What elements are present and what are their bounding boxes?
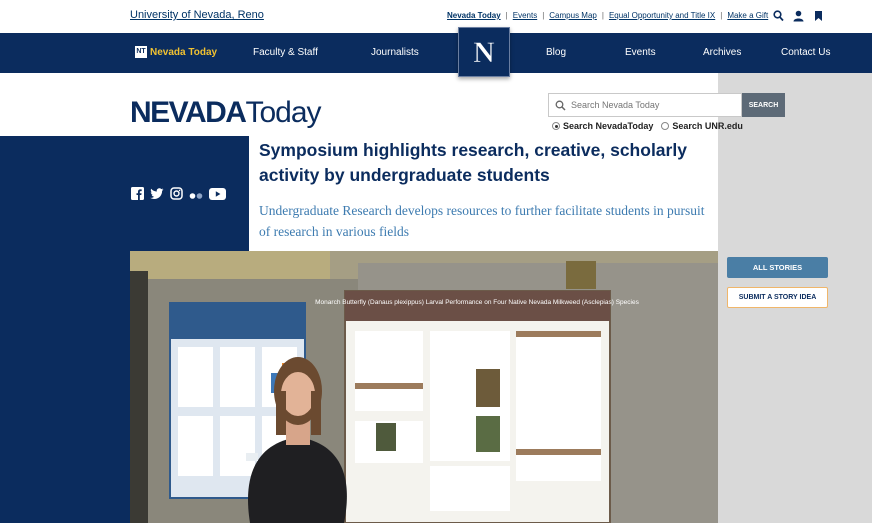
facebook-icon[interactable] (131, 187, 144, 205)
poster-title: Monarch Butterfly (Danaus plexippus) Lar… (315, 299, 639, 306)
nav-item-events[interactable]: Events (625, 47, 656, 58)
article-subheadline: Undergraduate Research develops resource… (259, 203, 705, 239)
separator: | (505, 11, 508, 20)
radio-label: Search NevadaToday (563, 121, 654, 131)
util-link-campus-map[interactable]: Campus Map (549, 11, 597, 20)
utility-bar: University of Nevada, Reno Nevada Today |… (0, 0, 872, 33)
search-icon (555, 100, 566, 111)
util-link-make-a-gift[interactable]: Make a Gift (727, 11, 768, 20)
youtube-icon[interactable] (209, 187, 226, 205)
masthead-bold: NEVADA (130, 96, 247, 129)
masthead-light: Today (245, 96, 321, 129)
nav-brand-label: Nevada Today (150, 46, 218, 58)
nav-item-blog[interactable]: Blog (546, 47, 566, 58)
main-nav: NT Nevada Today Faculty & Staff Journali… (0, 27, 872, 77)
all-stories-button[interactable]: ALL STORIES (727, 257, 828, 278)
university-n-logo[interactable]: N (458, 27, 510, 77)
flickr-icon[interactable] (189, 187, 203, 205)
radio-search-unr[interactable]: Search UNR.edu (661, 121, 743, 131)
nt-logo-icon: NT (135, 46, 147, 58)
nav-brand-nevada-today[interactable]: NT Nevada Today (135, 46, 217, 58)
twitter-icon[interactable] (150, 187, 164, 205)
radio-search-nevada-today[interactable]: Search NevadaToday (552, 121, 653, 131)
nav-item-faculty-staff[interactable]: Faculty & Staff (253, 47, 318, 58)
util-link-equal-opportunity[interactable]: Equal Opportunity and Title IX (609, 11, 715, 20)
article-hero-photo: Monarch Butterfly (Danaus plexippus) Lar… (130, 251, 718, 523)
article-headline: Symposium highlights research, creative,… (259, 140, 687, 185)
search-button[interactable]: SEARCH (742, 93, 785, 117)
search-icon[interactable] (773, 9, 784, 22)
n-logo-letter: N (473, 37, 495, 67)
separator: | (601, 11, 604, 20)
left-navy-panel (0, 136, 130, 523)
util-link-nevada-today[interactable]: Nevada Today (447, 11, 501, 20)
bookmark-icon[interactable] (813, 9, 824, 21)
user-icon[interactable] (793, 9, 804, 22)
nav-item-contact-us[interactable]: Contact Us (781, 47, 830, 58)
radio-dot (661, 122, 670, 130)
search-form: SEARCH (548, 93, 785, 117)
nav-item-archives[interactable]: Archives (703, 47, 741, 58)
util-link-events[interactable]: Events (513, 11, 537, 20)
university-link[interactable]: University of Nevada, Reno (130, 9, 264, 21)
utility-icons (773, 9, 824, 22)
nav-item-journalists[interactable]: Journalists (371, 47, 419, 58)
social-links (131, 187, 226, 205)
utility-links: Nevada Today | Events | Campus Map | Equal … (447, 11, 768, 20)
submit-story-idea-button[interactable]: SUBMIT A STORY IDEA (727, 287, 828, 308)
search-scope-options: Search NevadaToday Search UNR.edu (552, 121, 743, 131)
n-logo-icon: N (473, 37, 496, 67)
nevada-today-masthead[interactable]: NEVADAToday (130, 96, 322, 130)
radio-label: Search UNR.edu (672, 121, 743, 131)
instagram-icon[interactable] (170, 187, 183, 205)
separator: | (720, 11, 723, 20)
hero-photo-illustration: Monarch Butterfly (Danaus plexippus) Lar… (130, 251, 718, 523)
search-input[interactable] (571, 100, 731, 110)
search-box (548, 93, 742, 117)
radio-dot (552, 122, 560, 130)
separator: | (542, 11, 545, 20)
